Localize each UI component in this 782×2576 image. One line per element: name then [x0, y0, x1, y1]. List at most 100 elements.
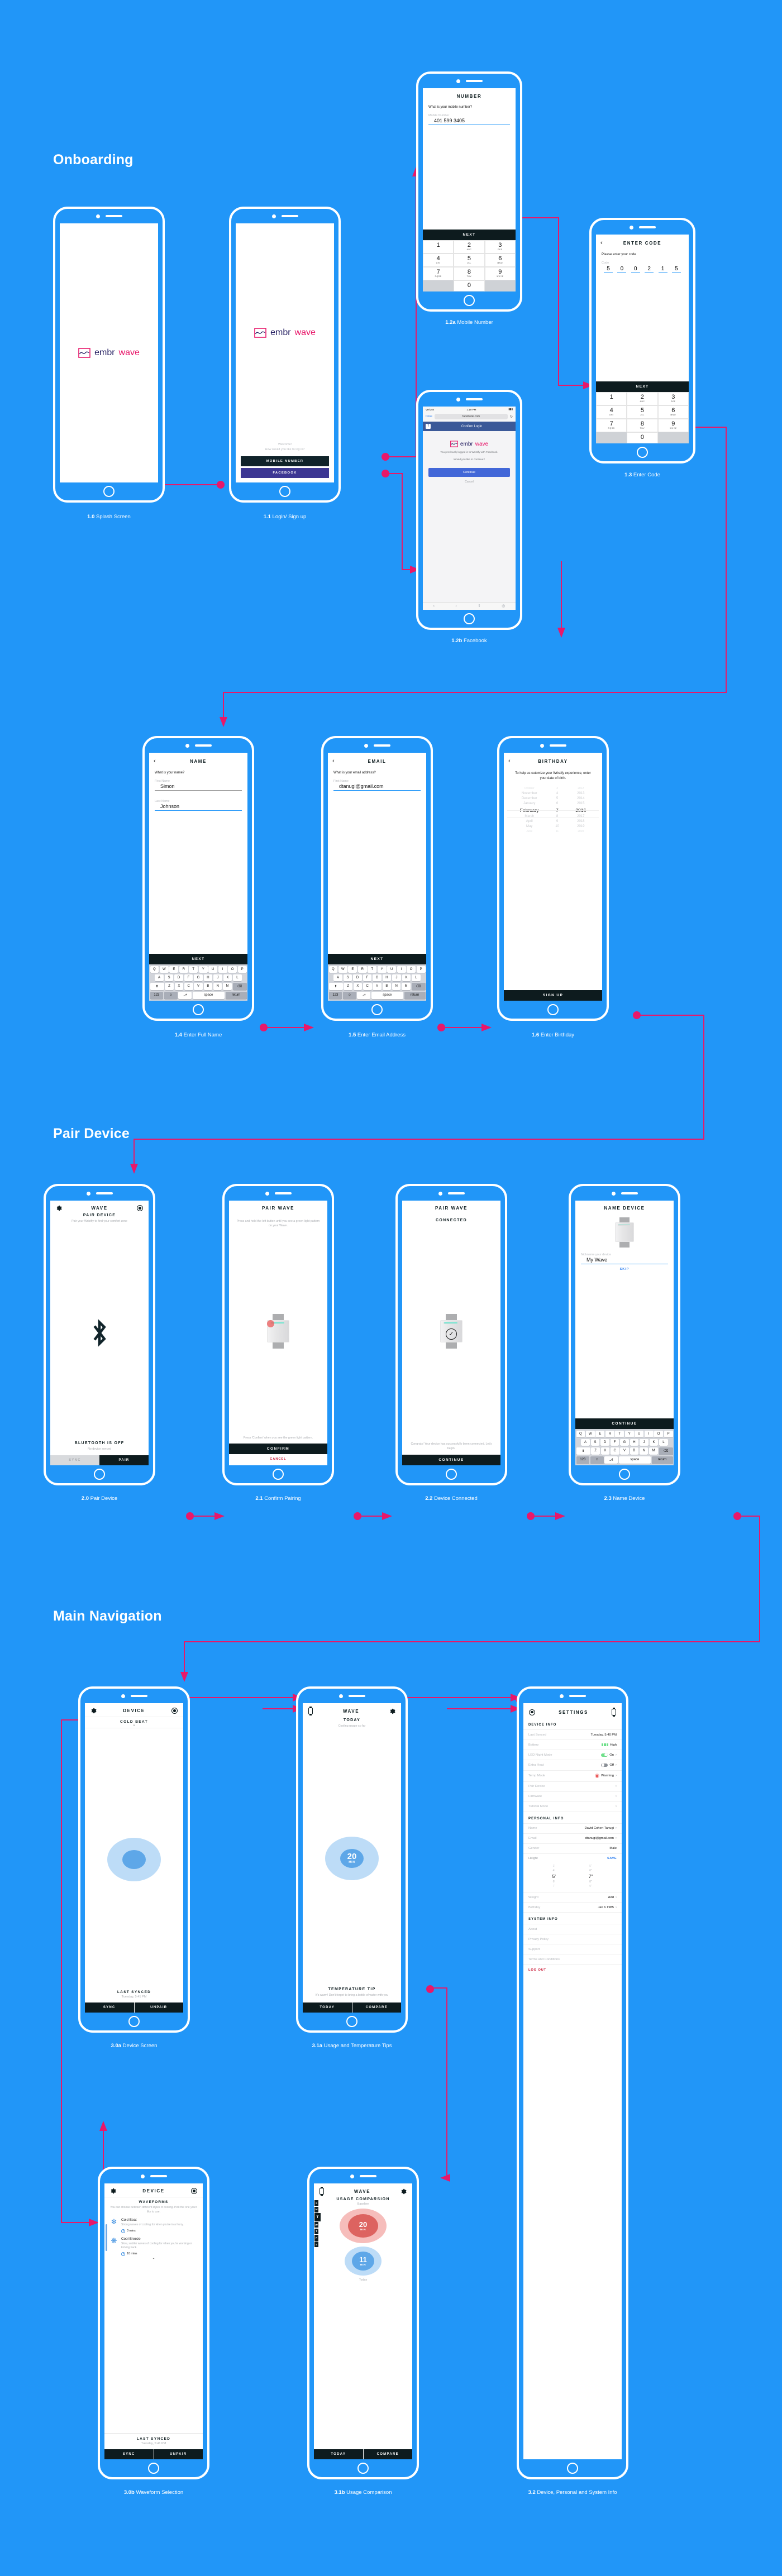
key[interactable]: B — [630, 1447, 639, 1455]
numbers-key[interactable]: 123 — [328, 991, 342, 999]
keypad-key[interactable]: 3 DEF — [657, 392, 689, 405]
facebook-cancel-button[interactable]: Cancel — [428, 480, 510, 484]
code-digit-group[interactable]: 5 0 0 2 1 5 — [596, 266, 689, 273]
height-option[interactable]: 3' — [552, 1865, 555, 1869]
settings-row-height[interactable]: Height SAVE — [523, 1853, 622, 1863]
keypad-key[interactable]: 6 MNO — [657, 405, 689, 419]
keypad-key[interactable]: 5 JKL — [454, 254, 485, 267]
key[interactable]: A — [155, 974, 164, 982]
backspace-key-icon[interactable]: ⌫ — [659, 1447, 673, 1455]
tab-today[interactable]: TODAY — [303, 2003, 352, 2013]
day-option[interactable]: 10 — [555, 824, 559, 829]
back-chevron-icon[interactable]: ‹ — [154, 758, 160, 764]
device-target-icon[interactable] — [529, 1709, 535, 1715]
key[interactable]: M — [402, 982, 411, 991]
day-option[interactable]: 9 — [555, 819, 559, 824]
day-option[interactable]: 4 — [555, 791, 559, 796]
key[interactable]: C — [363, 982, 372, 991]
key[interactable]: L — [659, 1438, 668, 1446]
day-button[interactable]: T — [314, 2228, 318, 2234]
led-night-mode-toggle[interactable] — [601, 1753, 608, 1757]
chevron-right-icon[interactable]: › — [616, 1837, 617, 1840]
home-button[interactable] — [637, 447, 648, 458]
mic-key-icon[interactable]: ⎇ — [178, 991, 192, 999]
reload-icon[interactable]: ↻ — [510, 415, 513, 419]
key[interactable]: K — [402, 974, 411, 982]
backspace-key-icon[interactable]: ⌫ — [232, 982, 247, 991]
keypad-key[interactable]: 8 TUV — [454, 267, 485, 280]
list-scrollbar[interactable] — [106, 2224, 107, 2251]
emoji-key-icon[interactable]: ☺ — [342, 991, 356, 999]
key[interactable]: U — [635, 1430, 644, 1438]
key[interactable]: D — [353, 974, 362, 982]
backspace-key-icon[interactable]: ⌫ — [411, 982, 426, 991]
key[interactable]: C — [610, 1447, 619, 1455]
key[interactable]: S — [343, 974, 352, 982]
home-button[interactable] — [193, 1004, 204, 1015]
settings-row-firmware[interactable]: Firmware › — [523, 1791, 622, 1801]
height-inches-column[interactable]: 5" 6" 7" 8" 9" — [589, 1865, 593, 1889]
key[interactable]: P — [237, 966, 247, 973]
extra-heat-toggle[interactable] — [601, 1763, 608, 1767]
key[interactable]: C — [184, 982, 193, 991]
key[interactable]: F — [184, 974, 193, 982]
key[interactable]: W — [585, 1430, 595, 1438]
day-option[interactable]: 3 — [555, 787, 559, 791]
code-digit[interactable]: 0 — [617, 266, 627, 273]
key[interactable]: G — [373, 974, 382, 982]
sync-button[interactable]: SYNC — [85, 2003, 135, 2013]
device-watch-icon[interactable] — [320, 2187, 324, 2196]
key[interactable]: A — [581, 1438, 590, 1446]
shift-key-icon[interactable]: ⬆ — [328, 982, 343, 991]
year-option[interactable]: 2020 — [575, 830, 586, 834]
chevron-right-icon[interactable]: › — [616, 1906, 617, 1909]
home-button[interactable] — [464, 613, 475, 624]
device-target-icon[interactable] — [137, 1205, 143, 1211]
key[interactable]: U — [208, 966, 218, 973]
done-button[interactable]: Done — [426, 415, 432, 418]
code-digit[interactable]: 5 — [671, 266, 681, 273]
chevron-right-icon[interactable]: › — [616, 1795, 617, 1798]
key[interactable]: O — [654, 1430, 664, 1438]
chevron-right-icon[interactable]: › — [616, 1827, 617, 1830]
keypad-key[interactable]: 9 WXYZ — [657, 419, 689, 432]
waveform-mode-selector[interactable]: COLD BEAT ⌄ — [85, 1717, 183, 1729]
last-name-input[interactable]: Johnson — [155, 804, 242, 811]
log-out-button[interactable]: LOG OUT — [523, 1964, 622, 1976]
home-button[interactable] — [464, 295, 475, 306]
key[interactable]: J — [213, 974, 222, 982]
day-option[interactable]: 5 — [555, 796, 559, 801]
height-option[interactable]: 4' — [552, 1869, 555, 1874]
key[interactable]: P — [664, 1430, 673, 1438]
key[interactable]: R — [605, 1430, 614, 1438]
continue-button[interactable]: CONTINUE — [575, 1418, 674, 1430]
key[interactable]: Q — [150, 966, 159, 973]
home-button[interactable] — [128, 2016, 140, 2027]
nickname-input[interactable]: My Wave — [581, 1257, 668, 1264]
key[interactable]: Z — [165, 982, 174, 991]
day-button[interactable]: M — [314, 2206, 318, 2212]
key[interactable]: A — [333, 974, 342, 982]
mic-key-icon[interactable]: ⎇ — [357, 991, 371, 999]
year-option[interactable]: 2017 — [575, 814, 586, 819]
settings-list[interactable]: DEVICE INFO Last Synced Tuesday, 5:40 PM… — [523, 1718, 622, 2459]
chevron-right-icon[interactable]: › — [616, 1805, 617, 1808]
next-button[interactable]: NEXT — [149, 954, 247, 965]
key[interactable]: O — [228, 966, 237, 973]
key[interactable]: D — [174, 974, 183, 982]
key[interactable]: E — [169, 966, 179, 973]
keypad-key[interactable]: 7 PQRS — [423, 267, 454, 280]
year-option[interactable]: 2015 — [575, 801, 586, 806]
settings-row-privacy-policy[interactable]: Privacy Policy — [523, 1934, 622, 1944]
month-option[interactable]: June — [520, 830, 539, 834]
height-option[interactable]: 7' — [552, 1885, 555, 1889]
height-option[interactable]: 8" — [589, 1880, 593, 1885]
gear-icon[interactable] — [400, 2188, 407, 2195]
month-option[interactable]: November — [520, 791, 539, 796]
qwerty-keyboard[interactable]: Q W E R T Y U I O P A S D F G H J K L ⬆ … — [149, 964, 247, 1001]
gear-icon[interactable] — [56, 1205, 62, 1211]
qwerty-keyboard[interactable]: Q W E R T Y U I O P A S D F G H J K L ⬆ … — [328, 964, 426, 1001]
key[interactable]: L — [412, 974, 421, 982]
next-button[interactable]: NEXT — [328, 954, 426, 965]
key[interactable]: M — [223, 982, 232, 991]
